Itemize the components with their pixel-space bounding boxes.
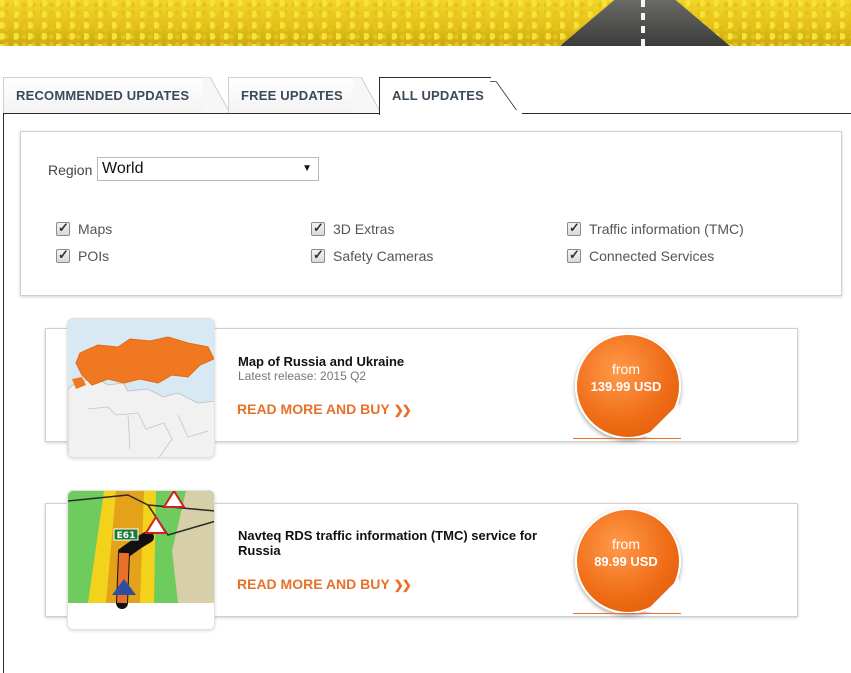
filter-panel: Region World ▼ ✓ Maps ✓ 3D Extras ✓ Traf… [20, 131, 842, 296]
road-sign-label: E61 [117, 531, 136, 541]
product-thumbnail-traffic[interactable]: E61 [67, 490, 215, 630]
checkbox-box[interactable]: ✓ [567, 247, 581, 263]
checkbox-box[interactable]: ✓ [56, 220, 70, 236]
checkmark-icon: ✓ [569, 247, 580, 262]
region-value: World [102, 160, 144, 177]
tab-label: ALL UPDATES [392, 88, 485, 103]
price-sticker[interactable]: from 139.99 USD [575, 333, 683, 441]
product-thumbnail-map[interactable] [67, 318, 215, 458]
checkbox-label: Connected Services [589, 248, 715, 264]
tab-notch [490, 81, 517, 111]
checkbox-label: Maps [78, 221, 113, 237]
tab-notch [353, 77, 381, 113]
banner-road-line [641, 0, 645, 46]
header-banner [0, 0, 851, 46]
tab-notch [202, 77, 230, 113]
checkmark-icon: ✓ [58, 247, 69, 262]
tab-all-updates[interactable]: ALL UPDATES [379, 77, 491, 115]
checkbox-label: POIs [78, 248, 110, 264]
product-release: Latest release: 2015 Q2 [238, 369, 367, 383]
product-title: Map of Russia and Ukraine [238, 354, 405, 369]
price-value: 89.99 USD [594, 554, 658, 569]
region-label: Region [48, 162, 93, 178]
checkmark-icon: ✓ [313, 247, 324, 262]
checkmark-icon: ✓ [569, 220, 580, 235]
traffic-navigation-icon: E61 [68, 491, 214, 629]
checkmark-icon: ✓ [313, 220, 324, 235]
read-more-and-buy-link[interactable]: READ MORE AND BUY ❯❯ [237, 401, 412, 417]
dropdown-arrow-icon: ▼ [302, 163, 312, 174]
read-more-and-buy-link[interactable]: READ MORE AND BUY ❯❯ [237, 576, 412, 592]
price-value: 139.99 USD [590, 379, 662, 394]
checkbox-box[interactable]: ✓ [567, 220, 581, 236]
checkbox-label: Safety Cameras [333, 248, 434, 264]
tab-label: FREE UPDATES [241, 88, 343, 103]
checkmark-icon: ✓ [58, 220, 69, 235]
checkbox-box[interactable]: ✓ [311, 247, 325, 263]
checkbox-label: Traffic information (TMC) [589, 221, 744, 237]
price-sticker[interactable]: from 89.99 USD [575, 508, 683, 616]
region-select[interactable]: World ▼ [97, 157, 319, 181]
double-chevron-right-icon: ❯❯ [393, 578, 412, 592]
price-from: from [612, 536, 640, 552]
banner-road [560, 0, 730, 46]
active-tab-gap [380, 113, 522, 115]
double-chevron-right-icon: ❯❯ [393, 403, 412, 417]
checkbox-box[interactable]: ✓ [56, 247, 70, 263]
buy-link-label: READ MORE AND BUY [237, 401, 390, 417]
price-underline [573, 613, 681, 614]
tab-label: RECOMMENDED UPDATES [16, 88, 190, 103]
russia-map-icon [68, 319, 214, 457]
checkbox-box[interactable]: ✓ [311, 220, 325, 236]
tab-recommended-updates[interactable]: RECOMMENDED UPDATES [3, 77, 203, 113]
price-underline [573, 438, 681, 439]
price-from: from [612, 361, 640, 377]
tab-free-updates[interactable]: FREE UPDATES [228, 77, 354, 113]
checkbox-label: 3D Extras [333, 221, 395, 237]
product-title: Navteq RDS traffic information (TMC) ser… [238, 528, 538, 558]
buy-link-label: READ MORE AND BUY [237, 576, 390, 592]
